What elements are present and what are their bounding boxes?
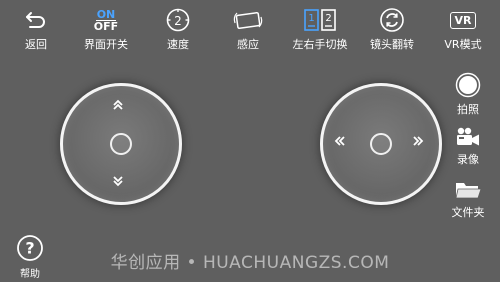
vr-mode-button[interactable]: VR VR模式 [428, 6, 498, 56]
folder-button[interactable]: 文件夹 [443, 179, 493, 220]
video-button[interactable]: 录像 [443, 126, 493, 167]
video-camera-icon [457, 127, 479, 146]
left-arrow-icon [334, 136, 345, 146]
back-arrow-icon [24, 6, 48, 34]
right-arrow-icon [413, 136, 424, 146]
back-label: 返回 [25, 38, 47, 51]
folder-icon [455, 183, 482, 199]
hand-right-number: 2 [325, 13, 331, 24]
speed-gauge-icon: 2 [165, 6, 191, 34]
interface-toggle-button[interactable]: ON OFF 界面开关 [71, 6, 141, 56]
top-toolbar: 返回 ON OFF 界面开关 2 速度 感应 1 2 左右手切换 镜头翻转 VR… [0, 0, 500, 60]
sensor-label: 感应 [237, 38, 259, 51]
hand-left-number: 1 [308, 13, 314, 24]
watermark-text: 华创应用 • HUACHUANGZS.COM [110, 253, 390, 273]
hand-switch-icon: 1 2 [302, 6, 338, 34]
left-joystick-knob[interactable] [110, 133, 132, 155]
back-button[interactable]: 返回 [1, 6, 71, 56]
video-label: 录像 [457, 153, 479, 166]
folder-label: 文件夹 [451, 206, 485, 219]
off-text: OFF [93, 19, 119, 33]
photo-button[interactable]: 拍照 [443, 72, 493, 117]
speed-value: 2 [174, 14, 182, 28]
on-text: ON [95, 7, 117, 21]
sensor-button[interactable]: 感应 [213, 6, 283, 56]
right-joystick-knob[interactable] [370, 133, 392, 155]
interface-toggle-label: 界面开关 [84, 38, 128, 51]
photo-label: 拍照 [457, 103, 479, 116]
speed-button[interactable]: 2 速度 [143, 6, 213, 56]
camera-flip-button[interactable]: 镜头翻转 [357, 6, 427, 56]
camera-flip-icon [379, 6, 405, 34]
vr-icon: VR [449, 6, 477, 34]
camera-flip-label: 镜头翻转 [370, 38, 414, 51]
speed-label: 速度 [167, 38, 189, 51]
on-off-toggle-icon: ON OFF [94, 6, 118, 34]
vr-badge: VR [449, 11, 477, 29]
vr-mode-label: VR模式 [444, 38, 482, 51]
down-arrow-icon [113, 176, 123, 187]
right-joystick[interactable] [320, 83, 442, 205]
hand-switch-label: 左右手切换 [292, 38, 348, 51]
left-joystick[interactable] [60, 83, 182, 205]
shutter-icon [455, 72, 481, 98]
phone-rotate-icon [231, 6, 265, 34]
hand-switch-button[interactable]: 1 2 左右手切换 [285, 6, 355, 56]
up-arrow-icon [113, 99, 123, 110]
